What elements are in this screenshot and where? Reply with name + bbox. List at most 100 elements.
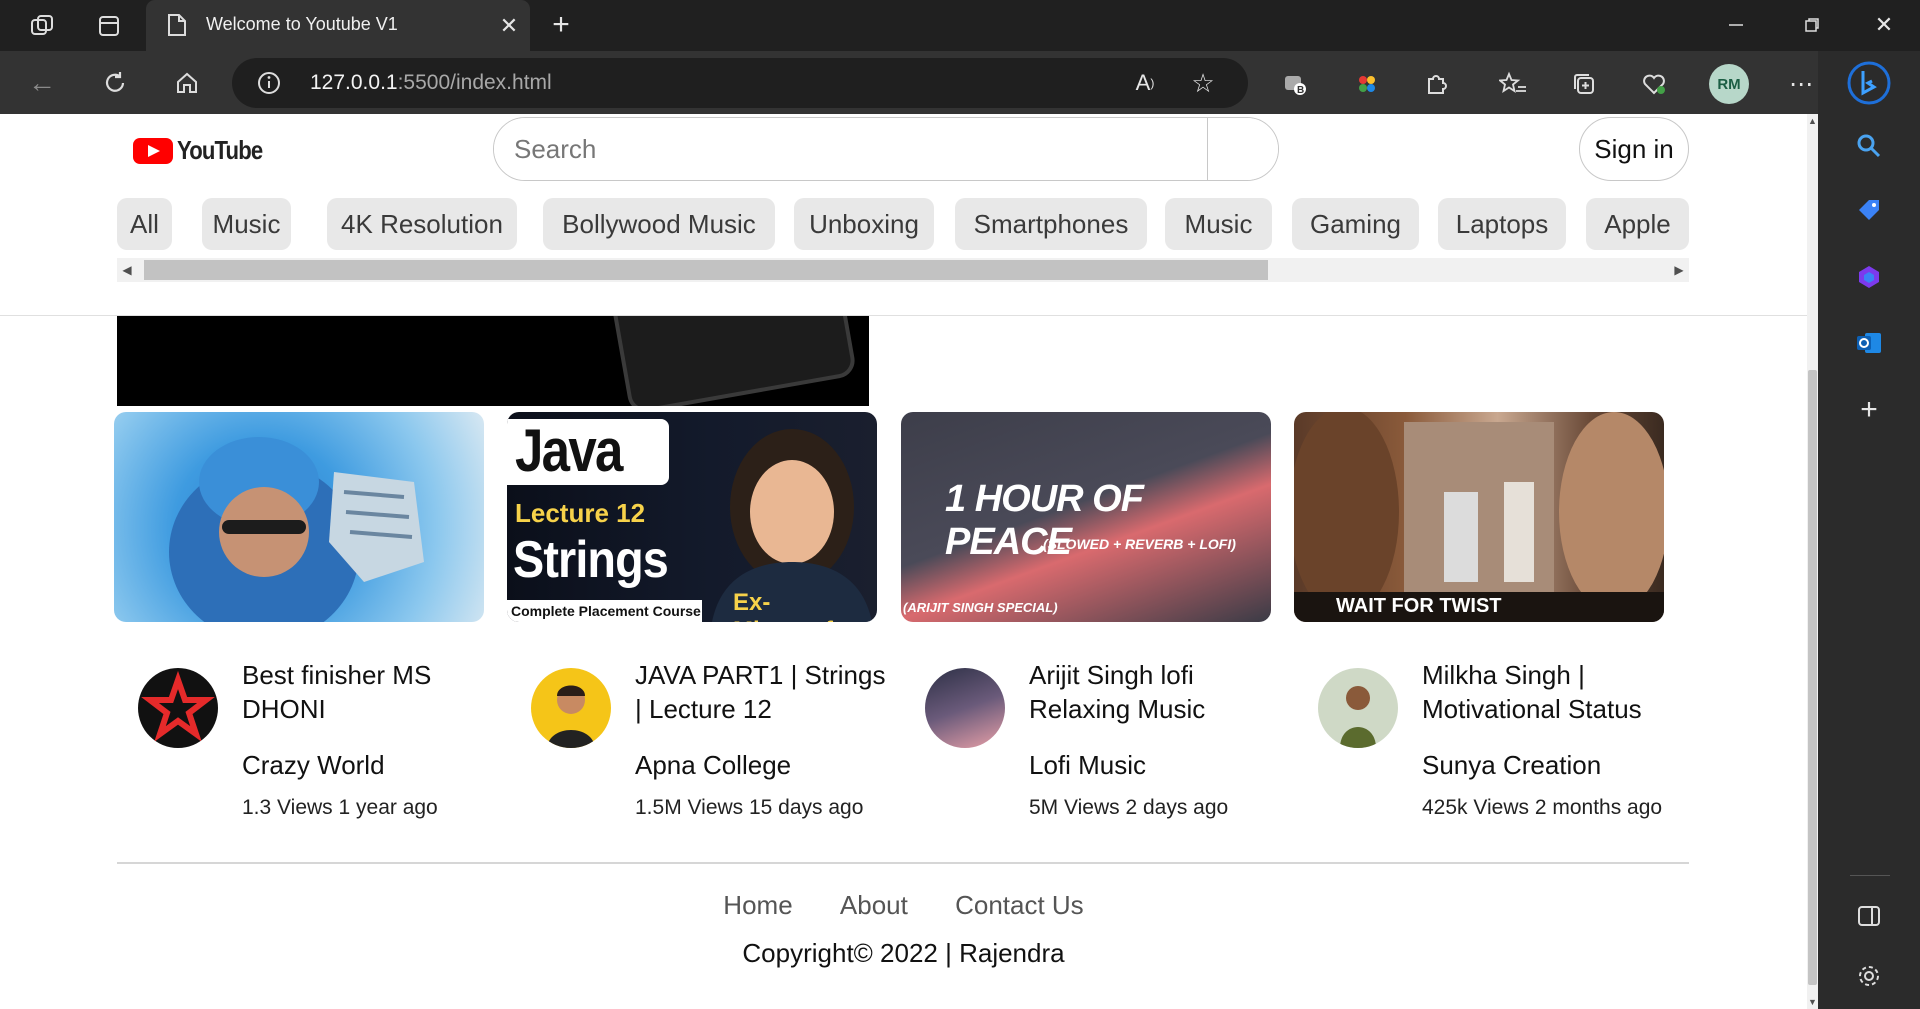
scroll-down-icon[interactable]: ▼ (1807, 995, 1818, 1009)
more-options-icon[interactable]: ⋯ (1784, 67, 1818, 101)
tab-active[interactable]: Welcome to Youtube V1 ✕ (146, 0, 530, 51)
video-card-4[interactable]: Milkha Singh | Motivational Status Sunya… (1294, 658, 1664, 819)
search-icon[interactable] (1818, 121, 1920, 171)
profile-avatar[interactable]: RM (1709, 64, 1749, 104)
settings-gear-icon[interactable] (1818, 951, 1920, 1001)
java-lecture-text: Lecture 12 (515, 498, 646, 528)
video-stats: 1.3 Views 1 year ago (242, 796, 438, 819)
hide-sidebar-icon[interactable] (1818, 891, 1920, 941)
page-vertical-scrollbar[interactable]: ▲ ▼ (1807, 114, 1818, 1009)
scrollbar-thumb[interactable] (144, 260, 1268, 280)
close-tab-icon[interactable]: ✕ (496, 13, 522, 39)
video-thumbnail-dhoni[interactable] (114, 412, 484, 622)
outlook-icon[interactable] (1818, 318, 1920, 368)
search-button[interactable] (1207, 118, 1278, 180)
chip-music-2[interactable]: Music (1165, 198, 1272, 250)
chip-4k-resolution[interactable]: 4K Resolution (327, 198, 517, 250)
video-title[interactable]: Milkha Singh | Motivational Status (1422, 658, 1672, 726)
tab-title: Welcome to Youtube V1 (206, 14, 398, 34)
video-thumbnail-lofi[interactable]: 1 HOUR OF PEACE (SLOWED + REVERB + LOFI)… (901, 412, 1271, 622)
add-sidebar-icon[interactable]: + (1818, 385, 1920, 435)
video-card-1[interactable]: Best finisher MS DHONI Crazy World 1.3 V… (114, 658, 484, 819)
youtube-logo[interactable]: YouTube (133, 135, 277, 166)
sidebar-divider (1850, 875, 1890, 876)
copilot-icon[interactable] (1818, 58, 1920, 108)
video-stats: 425k Views 2 months ago (1422, 796, 1663, 819)
java-title-text: Java (515, 417, 623, 484)
phone-image (606, 316, 858, 406)
site-info-icon[interactable] (256, 70, 282, 96)
url-text: 127.0.0.1:5500/index.html (310, 71, 552, 94)
channel-avatar[interactable] (925, 668, 1005, 748)
back-icon[interactable]: ← (24, 65, 60, 101)
edge-sidebar: + (1818, 51, 1920, 1009)
extension-icon-1[interactable]: B (1278, 67, 1312, 101)
footer-divider (117, 862, 1689, 864)
chip-smartphones[interactable]: Smartphones (955, 198, 1147, 250)
video-title[interactable]: Best finisher MS DHONI (242, 658, 492, 726)
dhoni-thumbnail-art (169, 437, 424, 622)
footer-link-contact[interactable]: Contact Us (955, 890, 1084, 920)
workspaces-icon[interactable] (22, 12, 62, 40)
chip-all[interactable]: All (117, 198, 172, 250)
games-icon[interactable] (1818, 252, 1920, 302)
channel-name[interactable]: Crazy World (242, 750, 385, 781)
channel-name[interactable]: Sunya Creation (1422, 750, 1601, 781)
java-badge-text: Ex-Microsoft (733, 589, 841, 622)
chip-laptops[interactable]: Laptops (1438, 198, 1566, 250)
extension-icon-2[interactable] (1350, 67, 1384, 101)
restore-icon[interactable] (1792, 10, 1832, 40)
address-bar[interactable]: 127.0.0.1:5500/index.html A) ☆ (232, 58, 1248, 108)
scroll-up-icon[interactable]: ▲ (1807, 114, 1818, 128)
video-thumbnail-java[interactable]: Java Lecture 12 Strings Complete Placeme… (507, 412, 877, 622)
chip-bollywood-music[interactable]: Bollywood Music (543, 198, 775, 250)
search-input[interactable] (494, 118, 1207, 180)
browser-essentials-icon[interactable] (1637, 67, 1671, 101)
channel-avatar[interactable] (138, 668, 218, 748)
home-icon[interactable] (169, 65, 205, 101)
video-card-2[interactable]: JAVA PART1 | Strings | Lecture 12 Apna C… (507, 658, 885, 819)
collections-icon[interactable] (1567, 67, 1601, 101)
java-course-text: Complete Placement Course (511, 603, 701, 619)
chips-horizontal-scrollbar[interactable]: ◀ ▶ (117, 258, 1689, 282)
channel-avatar[interactable] (1318, 668, 1398, 748)
scroll-right-icon[interactable]: ▶ (1669, 258, 1689, 282)
chip-unboxing[interactable]: Unboxing (794, 198, 934, 250)
chip-gaming[interactable]: Gaming (1292, 198, 1419, 250)
svg-text:B: B (1297, 85, 1304, 96)
search-bar (493, 117, 1279, 181)
tab-actions-icon[interactable] (89, 12, 129, 40)
channel-avatar[interactable] (531, 668, 611, 748)
refresh-icon[interactable] (97, 65, 133, 101)
footer-link-about[interactable]: About (840, 890, 908, 920)
scroll-left-icon[interactable]: ◀ (117, 258, 137, 282)
scrollbar-thumb[interactable] (1808, 370, 1817, 985)
video-title[interactable]: Arijit Singh lofi Relaxing Music (1029, 658, 1279, 726)
extensions-puzzle-icon[interactable] (1419, 67, 1453, 101)
channel-name[interactable]: Apna College (635, 750, 791, 781)
video-stats: 5M Views 2 days ago (1029, 796, 1229, 819)
channel-name[interactable]: Lofi Music (1029, 750, 1146, 781)
youtube-play-icon (133, 137, 173, 164)
chip-apple[interactable]: Apple (1586, 198, 1689, 250)
video-thumbnail-milkha[interactable]: WAIT FOR TWIST (1294, 412, 1664, 622)
read-aloud-icon[interactable]: A) (1130, 68, 1160, 98)
page-viewport: YouTube Sign in All Music 4K Resolution … (0, 114, 1807, 1009)
new-tab-icon[interactable]: + (544, 8, 578, 42)
tab-bar: Welcome to Youtube V1 ✕ + ✕ (0, 0, 1920, 51)
video-title[interactable]: JAVA PART1 | Strings | Lecture 12 (635, 658, 890, 726)
video-card-3[interactable]: Arijit Singh lofi Relaxing Music Lofi Mu… (901, 658, 1271, 819)
chip-music[interactable]: Music (202, 198, 291, 250)
close-window-icon[interactable]: ✕ (1864, 10, 1904, 40)
favorite-star-icon[interactable]: ☆ (1188, 68, 1218, 98)
footer-link-home[interactable]: Home (723, 890, 792, 920)
banner-image (117, 316, 869, 406)
shopping-tag-icon[interactable] (1818, 185, 1920, 235)
footer-nav: Home About Contact Us (0, 890, 1807, 921)
video-stats: 1.5M Views 15 days ago (635, 796, 864, 819)
sign-in-button[interactable]: Sign in (1579, 117, 1689, 181)
minimize-icon[interactable] (1716, 10, 1756, 40)
milkha-thumbnail-art (1294, 412, 1664, 622)
copyright-text: Copyright© 2022 | Rajendra (742, 938, 1065, 968)
favorites-icon[interactable] (1496, 67, 1530, 101)
